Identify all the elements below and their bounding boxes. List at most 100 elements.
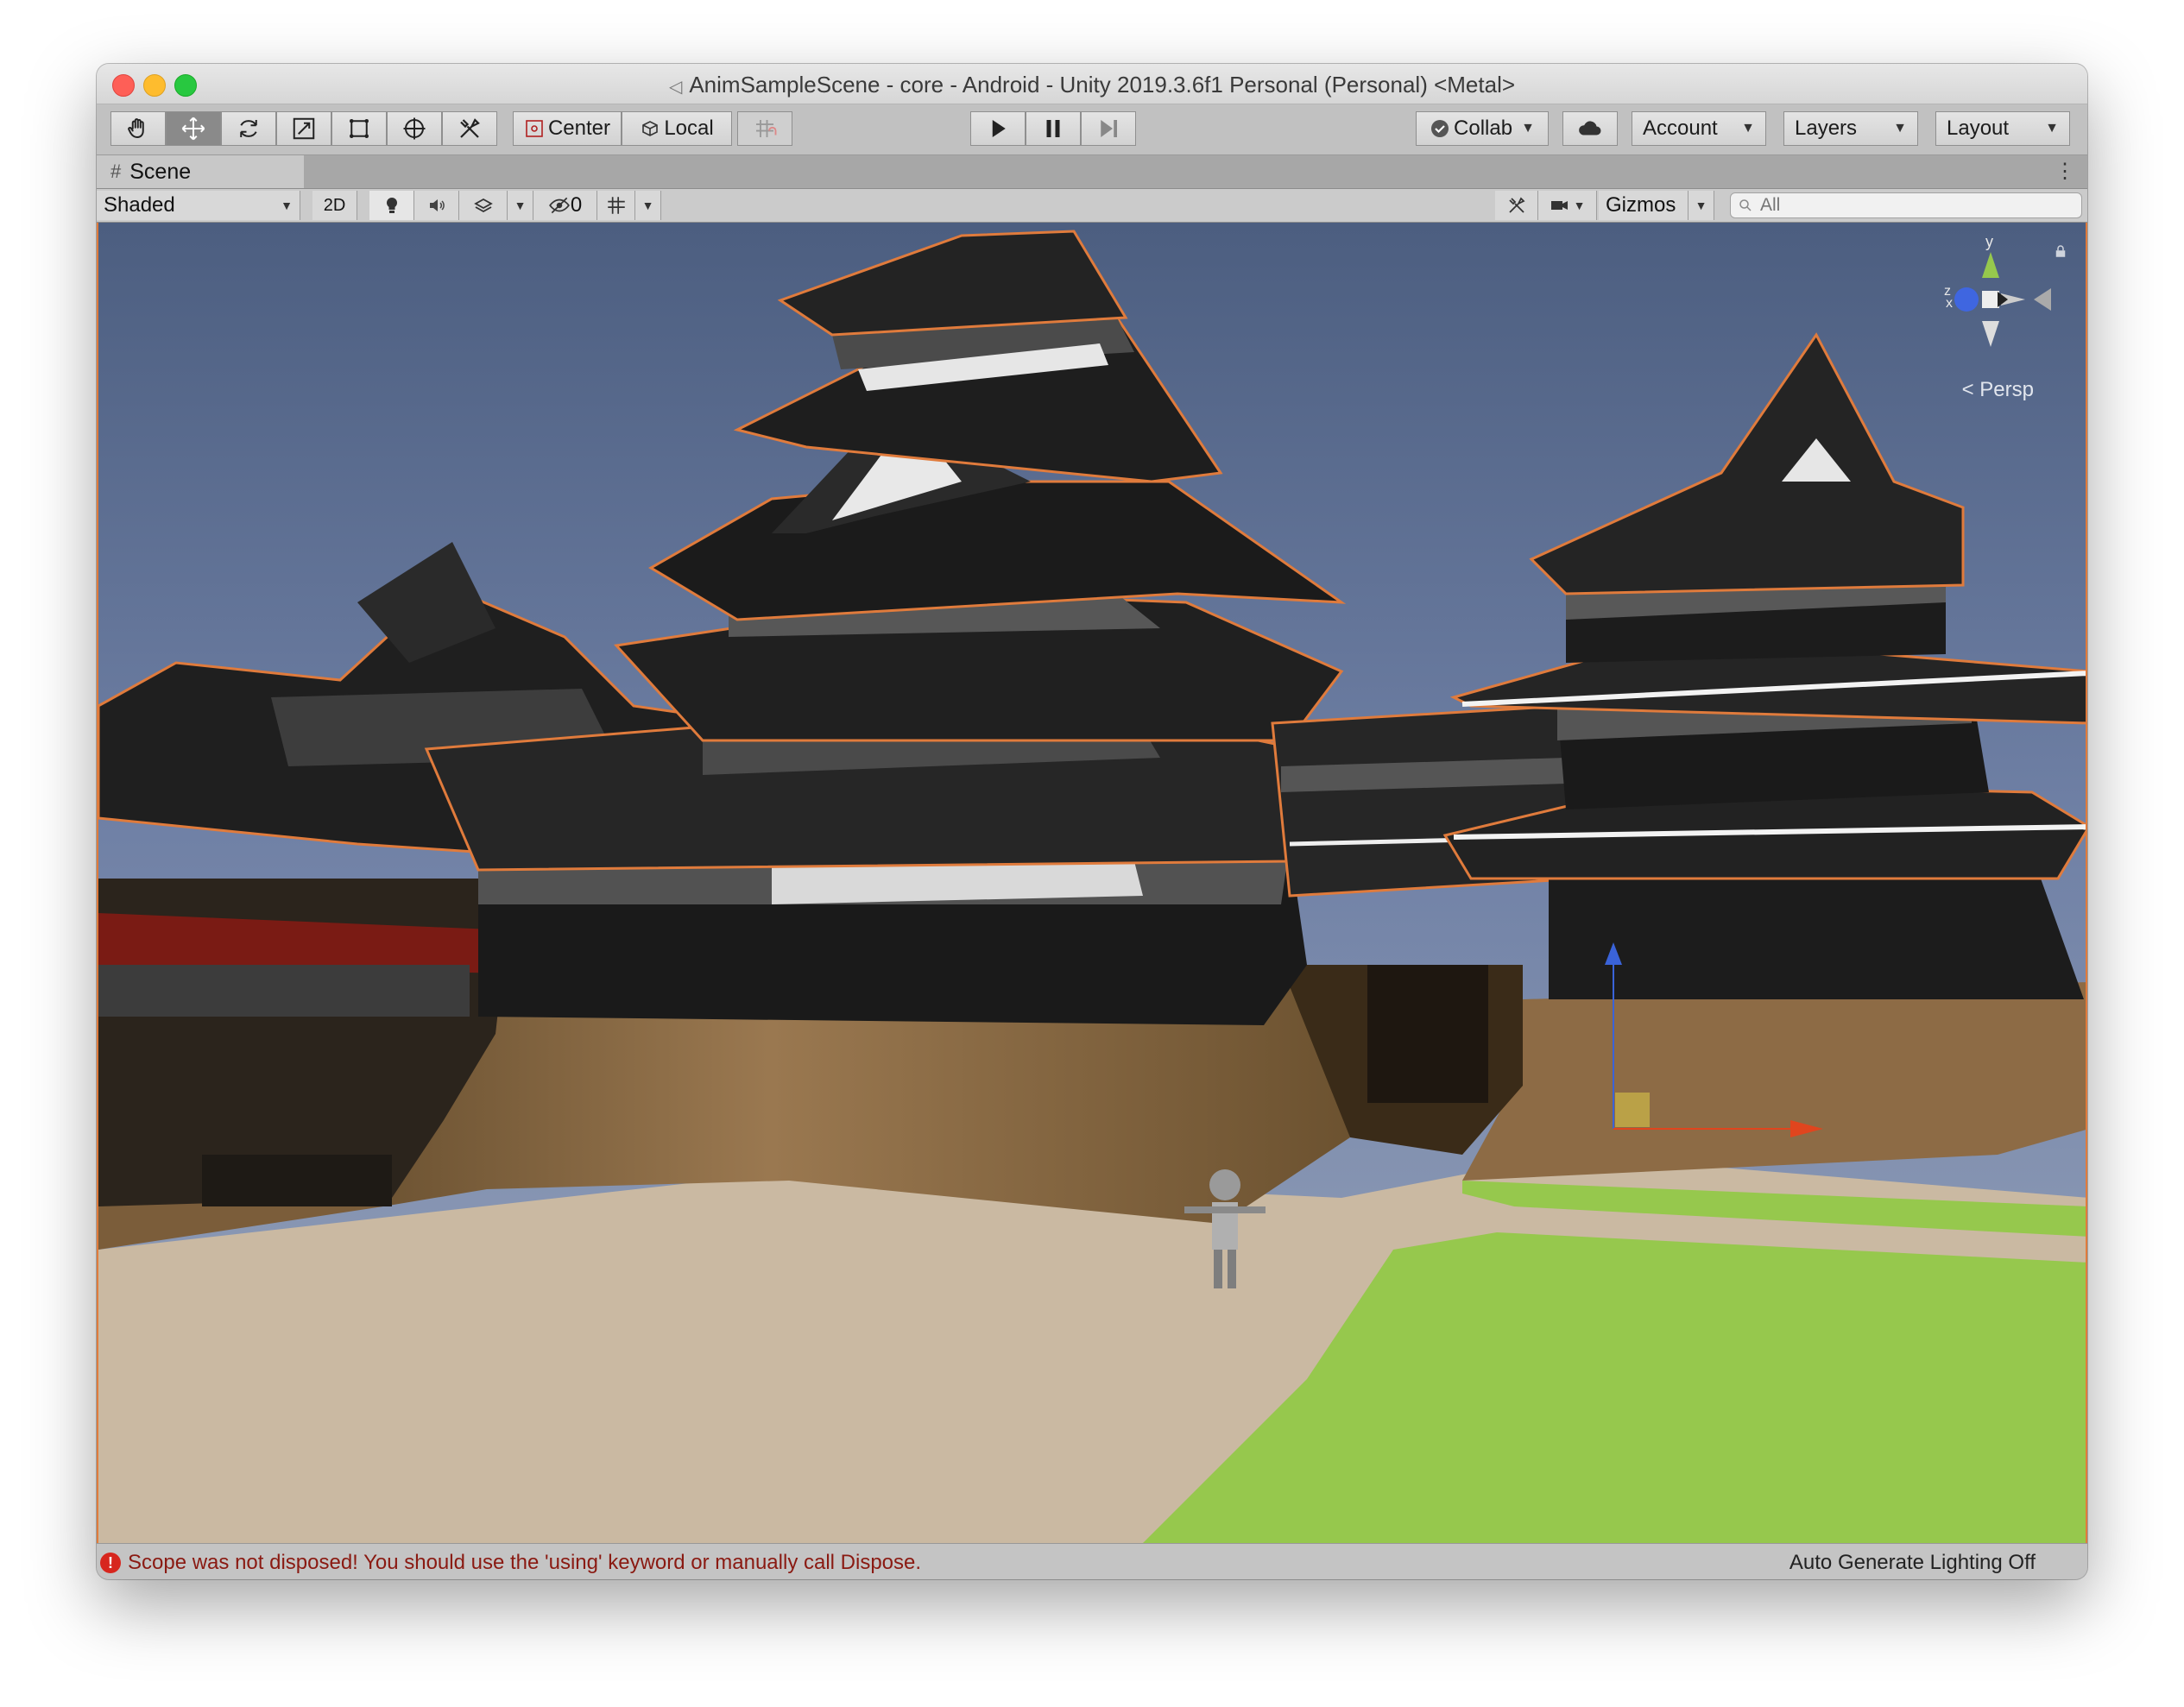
gate-door	[1367, 965, 1488, 1103]
error-text: Scope was not disposed! You should use t…	[128, 1551, 922, 1574]
scene-grid-icon: #	[110, 161, 122, 182]
pivot-center-icon	[526, 120, 543, 137]
main-toolbar: Center Local Collab ▼ Account ▼ Layers ▼…	[97, 104, 2087, 155]
collab-label: Collab	[1454, 117, 1513, 140]
error-icon: !	[100, 1553, 121, 1573]
scene-render	[98, 223, 2086, 1543]
rect-transform-icon	[350, 119, 369, 138]
transform-tool-button[interactable]	[387, 111, 442, 146]
eye-hidden-icon	[548, 197, 570, 214]
tab-options-menu-icon[interactable]: ⋮	[2055, 159, 2075, 184]
tools-icon	[1508, 197, 1525, 213]
left-hall-beam	[98, 965, 470, 1017]
rotate-tool-button[interactable]	[221, 111, 276, 146]
account-dropdown[interactable]: Account ▼	[1632, 111, 1766, 146]
draw-mode-dropdown[interactable]: Shaded ▼	[97, 191, 300, 220]
scene-toolbar: Shaded ▼ 2D ▼ 0 ▼ ▼ Gizmos ▼ All	[97, 189, 2087, 223]
lightbulb-icon	[386, 197, 397, 213]
pivot-center-label: Center	[547, 117, 611, 140]
search-icon	[1739, 199, 1752, 211]
move-icon	[181, 117, 205, 141]
gizmos-dropdown[interactable]: ▼	[1688, 191, 1714, 220]
custom-tool-button[interactable]	[442, 111, 497, 146]
step-button[interactable]	[1081, 111, 1136, 146]
cloud-button[interactable]	[1562, 111, 1618, 146]
right-tower-wall	[1549, 879, 2084, 999]
local-space-label: Local	[664, 117, 714, 140]
draw-mode-label: Shaded	[104, 193, 175, 217]
scene-lighting-toggle[interactable]	[369, 191, 414, 220]
rotate-icon	[240, 120, 257, 137]
scene-viewport[interactable]: y z x < Persp	[97, 223, 2087, 1543]
hand-tool-button[interactable]	[110, 111, 166, 146]
chevron-down-icon: ▼	[1893, 121, 1907, 135]
snap-grid-icon	[756, 120, 777, 137]
hierarchy-search-field[interactable]	[1730, 192, 2082, 218]
gizmo-x-label: x	[1946, 296, 1953, 311]
grid-snap-button[interactable]	[737, 111, 792, 146]
hand-icon	[128, 118, 144, 139]
hidden-objects-count: 0	[570, 193, 583, 217]
chevron-down-icon: ▼	[281, 198, 293, 212]
play-icon	[992, 120, 1006, 137]
chevron-down-icon: ▼	[641, 198, 654, 212]
scene-tools-button[interactable]	[1495, 191, 1538, 220]
rect-tool-button[interactable]	[331, 111, 387, 146]
chevron-down-icon: ▼	[1741, 121, 1755, 135]
tab-bar: # Scene ⋮	[97, 155, 2087, 189]
gizmos-toggle[interactable]: Gizmos	[1599, 191, 1688, 220]
chevron-down-icon: ▼	[1573, 198, 1586, 212]
lighting-status[interactable]: Auto Generate Lighting Off	[1789, 1551, 2036, 1575]
effects-layers-icon	[473, 198, 493, 213]
title-bar: ◁ AnimSampleScene - core - Android - Unit…	[97, 64, 2087, 104]
pivot-center-toggle[interactable]: Center	[513, 111, 622, 146]
chevron-down-icon: ▼	[1521, 121, 1535, 135]
tools-icon	[460, 118, 480, 138]
tab-scene[interactable]: # Scene	[97, 155, 304, 188]
lock-icon[interactable]	[2053, 243, 2068, 259]
stone-wall-right	[1462, 982, 2086, 1181]
scene-audio-toggle[interactable]	[414, 191, 459, 220]
layers-dropdown[interactable]: Layers ▼	[1783, 111, 1918, 146]
gizmo-y-label: y	[1985, 235, 1993, 250]
chevron-down-icon: ▼	[514, 198, 527, 212]
cloud-icon	[1579, 121, 1601, 135]
status-bar: ! Scope was not disposed! You should use…	[97, 1543, 2087, 1579]
scene-camera-dropdown[interactable]: ▼	[1538, 191, 1597, 220]
grid-dropdown[interactable]: ▼	[635, 191, 661, 220]
step-icon	[1101, 120, 1117, 137]
search-input[interactable]	[1758, 194, 2055, 217]
chevron-down-icon: ▼	[1695, 198, 1707, 212]
unity-editor-window: ◁ AnimSampleScene - core - Android - Unit…	[97, 64, 2087, 1579]
play-button[interactable]	[970, 111, 1026, 146]
window-title: ◁ AnimSampleScene - core - Android - Unit…	[97, 72, 2087, 98]
combined-transform-icon	[403, 117, 426, 140]
local-space-icon	[642, 121, 659, 136]
hidden-objects-toggle[interactable]: 0	[533, 191, 597, 220]
camera-icon	[1550, 201, 1568, 210]
2d-mode-label: 2D	[323, 195, 346, 215]
move-tool-button[interactable]	[166, 111, 221, 146]
unity-scene-icon: ◁	[668, 78, 683, 97]
scene-effects-toggle[interactable]	[459, 191, 508, 220]
account-label: Account	[1643, 117, 1718, 140]
pause-button[interactable]	[1026, 111, 1081, 146]
projection-toggle[interactable]: < Persp	[1962, 378, 2034, 402]
pause-icon	[1046, 120, 1060, 137]
pivot-space-toggle[interactable]: Local	[622, 111, 732, 146]
left-hall-steps	[202, 1155, 392, 1206]
scale-tool-button[interactable]	[276, 111, 331, 146]
gizmos-label: Gizmos	[1606, 193, 1676, 217]
collab-check-icon	[1431, 120, 1449, 137]
grid-icon	[607, 197, 625, 214]
grid-toggle[interactable]	[597, 191, 635, 220]
scene-effects-dropdown[interactable]: ▼	[508, 191, 533, 220]
layers-label: Layers	[1795, 117, 1858, 140]
layout-label: Layout	[1947, 117, 2010, 140]
collab-dropdown[interactable]: Collab ▼	[1416, 111, 1549, 146]
layout-dropdown[interactable]: Layout ▼	[1935, 111, 2070, 146]
2d-mode-toggle[interactable]: 2D	[312, 191, 357, 220]
speaker-icon	[429, 199, 445, 211]
console-error-message[interactable]: ! Scope was not disposed! You should use…	[100, 1551, 921, 1575]
chevron-down-icon: ▼	[2045, 121, 2059, 135]
